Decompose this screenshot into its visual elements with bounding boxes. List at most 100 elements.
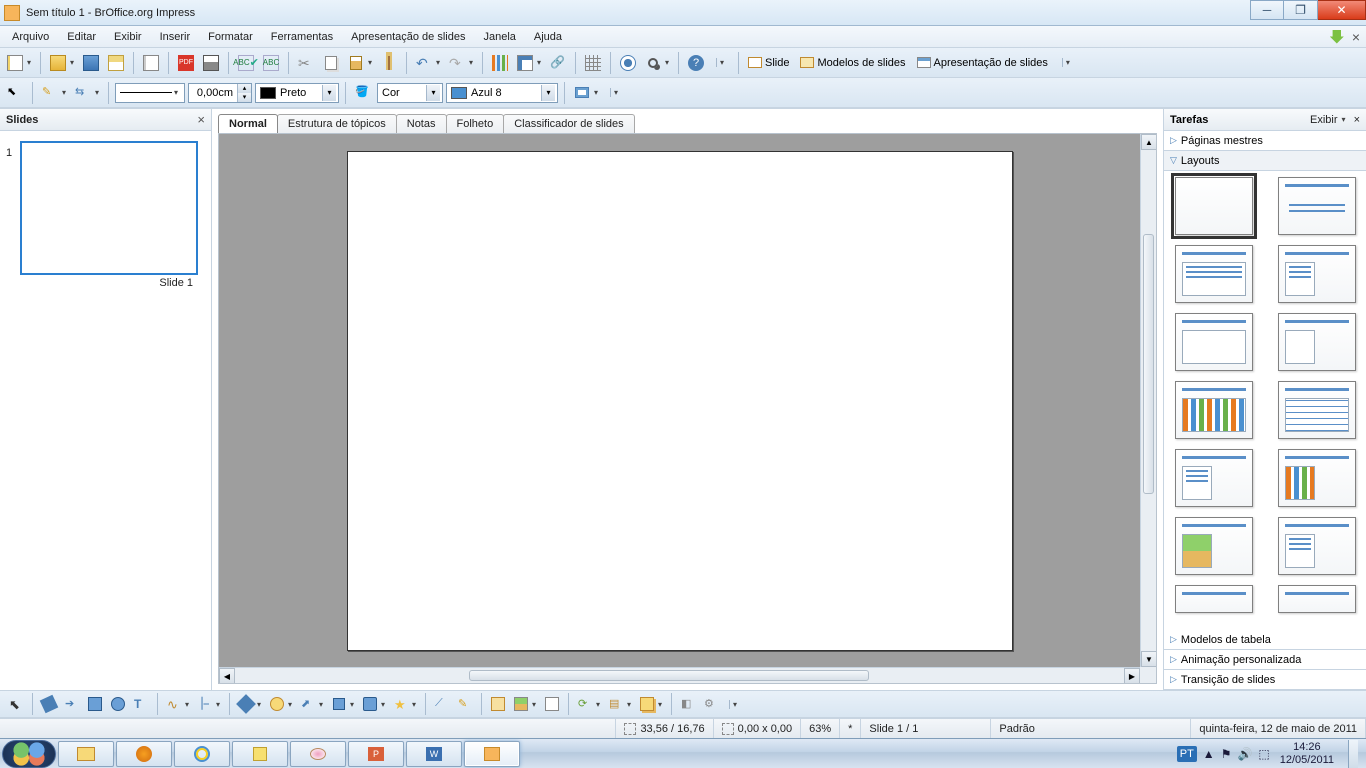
section-master-pages[interactable]: ▷Páginas mestres (1164, 131, 1366, 151)
tab-notes[interactable]: Notas (396, 114, 447, 133)
layout-title-content[interactable] (1175, 245, 1253, 303)
menu-ajuda[interactable]: Ajuda (526, 29, 570, 45)
flowchart-tool[interactable]: ▾ (329, 694, 349, 714)
points-edit-tool[interactable]: ⟋ (432, 694, 452, 714)
email-button[interactable] (105, 52, 127, 74)
interaction-tool[interactable]: ⚙ (701, 694, 721, 714)
gallery-tool[interactable] (542, 694, 562, 714)
slide-thumbnail-1[interactable]: 1 Slide 1 (6, 141, 205, 289)
menu-formatar[interactable]: Formatar (200, 29, 261, 45)
area-fill-button[interactable]: 🪣 (352, 82, 374, 104)
gluepoints-tool[interactable]: ✎ (455, 694, 475, 714)
window-close-button[interactable]: ✕ (1318, 0, 1366, 20)
draw-toolbar-overflow[interactable]: ▾ (724, 694, 744, 714)
horizontal-scrollbar[interactable]: ◀ ▶ (219, 667, 1140, 683)
zoom-button[interactable]: ▾ (642, 52, 664, 74)
new-document-button[interactable]: ▾ (4, 52, 26, 74)
line-width-input[interactable]: 0,00cm ▴▾ (188, 83, 252, 103)
section-slide-transition[interactable]: ▷Transição de slides (1164, 670, 1366, 690)
alignment-tool[interactable]: ▤▾ (606, 694, 626, 714)
redo-button[interactable]: ↷▾ (446, 52, 468, 74)
dropdown-icon[interactable]: ▾ (322, 85, 336, 101)
connector-tool[interactable]: ⎥⎯▾ (195, 694, 215, 714)
arrow-ends-button[interactable]: ⇆▾ (72, 82, 94, 104)
menu-janela[interactable]: Janela (475, 29, 523, 45)
show-desktop-button[interactable] (1348, 740, 1358, 768)
print-button[interactable] (200, 52, 222, 74)
dropdown-icon[interactable]: ▾ (541, 85, 555, 101)
spellcheck-button[interactable]: ABC✔ (235, 52, 257, 74)
task-explorer[interactable] (58, 741, 114, 767)
spin-up-icon[interactable]: ▴ (237, 84, 251, 93)
linefill-toolbar-overflow[interactable]: ▾ (604, 82, 626, 104)
menu-ferramentas[interactable]: Ferramentas (263, 29, 341, 45)
scroll-down-icon[interactable]: ▼ (1141, 651, 1157, 667)
task-notes[interactable] (232, 741, 288, 767)
scroll-left-icon[interactable]: ◀ (219, 668, 235, 684)
fill-mode-select[interactable]: Cor ▾ (377, 83, 443, 103)
rectangle-tool[interactable] (85, 694, 105, 714)
line-color-select[interactable]: Preto ▾ (255, 83, 339, 103)
slide-canvas[interactable] (347, 151, 1013, 651)
tray-network-icon[interactable]: ⬚ (1258, 747, 1269, 761)
tray-volume-icon[interactable]: 🔊 (1237, 747, 1252, 761)
tray-action-icon[interactable]: ⚑ (1221, 747, 1232, 761)
tab-outline[interactable]: Estrutura de tópicos (277, 114, 397, 133)
menu-exibir[interactable]: Exibir (106, 29, 150, 45)
layout-title-only[interactable] (1175, 313, 1253, 371)
task-paint[interactable] (290, 741, 346, 767)
tasks-view-menu[interactable]: Exibir▾× (1310, 114, 1360, 126)
window-maximize-button[interactable]: ❐ (1284, 0, 1318, 20)
from-file-tool[interactable]: ▾ (511, 694, 531, 714)
undo-button[interactable]: ↶▾ (413, 52, 435, 74)
task-impress[interactable] (464, 741, 520, 767)
save-button[interactable] (80, 52, 102, 74)
document-close-icon[interactable]: × (1352, 29, 1360, 45)
navigator-button[interactable] (617, 52, 639, 74)
copy-button[interactable] (320, 52, 342, 74)
menu-arquivo[interactable]: Arquivo (4, 29, 57, 45)
symbol-shapes-tool[interactable]: ▾ (267, 694, 287, 714)
task-powerpoint[interactable]: P (348, 741, 404, 767)
menu-inserir[interactable]: Inserir (152, 29, 199, 45)
dropdown-icon[interactable]: ▾ (426, 85, 440, 101)
tray-flag-icon[interactable]: ▲ (1203, 747, 1215, 761)
menu-apresentacao[interactable]: Apresentação de slides (343, 29, 473, 45)
basic-shapes-tool[interactable]: ▾ (236, 694, 256, 714)
layout-title[interactable] (1278, 177, 1356, 235)
ellipse-tool[interactable] (108, 694, 128, 714)
section-custom-animation[interactable]: ▷Animação personalizada (1164, 650, 1366, 670)
window-minimize-button[interactable]: ─ (1250, 0, 1284, 20)
tab-normal[interactable]: Normal (218, 114, 278, 133)
scroll-thumb[interactable] (469, 670, 869, 681)
fill-color-select[interactable]: Azul 8 ▾ (446, 83, 558, 103)
status-zoom[interactable]: 63% (801, 719, 840, 738)
layout-extra-2[interactable] (1278, 585, 1356, 613)
cut-button[interactable]: ✂ (295, 52, 317, 74)
insert-table-button[interactable]: ▾ (514, 52, 536, 74)
presentation-toolbar-overflow[interactable]: ▾ (1056, 52, 1078, 74)
menu-editar[interactable]: Editar (59, 29, 104, 45)
insert-slide-button[interactable]: Slide (745, 52, 794, 74)
layout-text-clip[interactable] (1175, 517, 1253, 575)
arrange-tool[interactable]: ▾ (637, 694, 657, 714)
block-arrows-tool[interactable]: ⬈▾ (298, 694, 318, 714)
shadow-button[interactable]: ▾ (571, 82, 593, 104)
line-color-picker[interactable]: ✎▾ (39, 82, 61, 104)
help-button[interactable]: ? (685, 52, 707, 74)
scroll-up-icon[interactable]: ▲ (1141, 134, 1157, 150)
section-table-design[interactable]: ▷Modelos de tabela (1164, 630, 1366, 650)
layout-clip-text[interactable] (1175, 449, 1253, 507)
open-button[interactable]: ▾ (47, 52, 69, 74)
stars-tool[interactable]: ★▾ (391, 694, 411, 714)
toolbar-overflow-button[interactable]: ▾ (710, 52, 732, 74)
layout-two-boxes[interactable] (1278, 313, 1356, 371)
start-button[interactable] (2, 740, 56, 768)
arrow-style-button[interactable]: ⬉ (4, 82, 26, 104)
start-presentation-button[interactable]: Apresentação de slides (914, 52, 1053, 74)
autospellcheck-button[interactable]: ABC (260, 52, 282, 74)
layout-chart[interactable] (1175, 381, 1253, 439)
task-ie[interactable] (174, 741, 230, 767)
layout-chart-text[interactable] (1278, 517, 1356, 575)
extrusion-tool[interactable]: ◧ (678, 694, 698, 714)
